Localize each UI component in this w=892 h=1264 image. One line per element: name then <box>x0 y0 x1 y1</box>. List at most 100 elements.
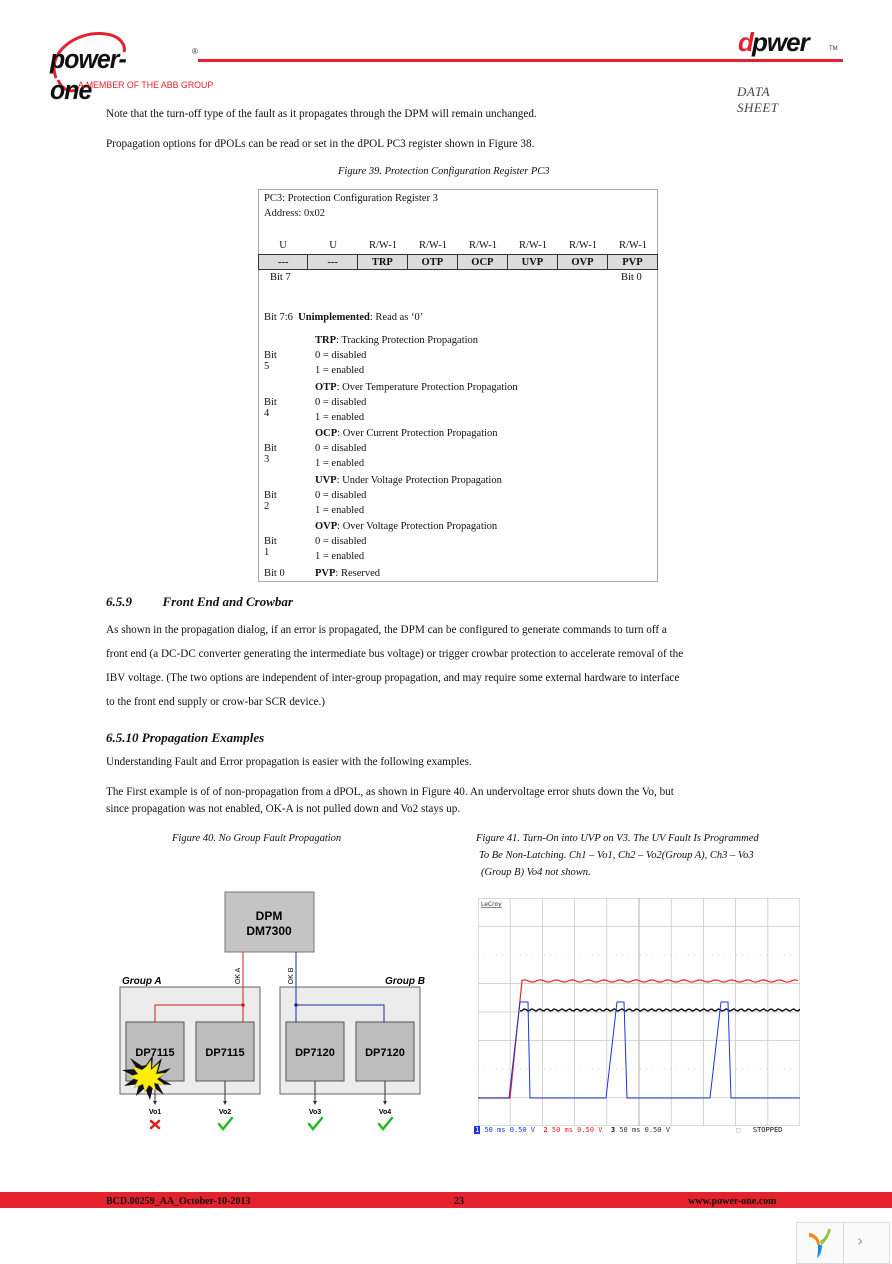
bit-low-label: Bit 0 <box>621 272 642 283</box>
field-bit5: TRP <box>356 254 408 270</box>
access-bit2: R/W-1 <box>519 240 547 251</box>
pol-label: DP7115 <box>205 1047 244 1059</box>
group-a-label: Group A <box>122 976 162 987</box>
unimpl-row: Bit 7:6 Unimplemented: Read as ‘0’ <box>264 312 423 323</box>
bit-def-desc: : Tracking Protection Propagation <box>336 335 479 346</box>
scope-legend: 1 50 ms 0.50 V 2 50 ms 0.50 V 3 50 ms 0.… <box>474 1126 670 1134</box>
bit-def-name: OVP <box>315 521 338 532</box>
section-659-heading: 6.5.9 Front End and Crowbar <box>106 594 293 610</box>
bit-def-desc: : Over Voltage Protection Propagation <box>337 521 498 532</box>
arrow-down-icon <box>223 1101 227 1105</box>
viewer-widget: › <box>796 1222 890 1264</box>
checkmark-icon <box>377 1116 394 1131</box>
figure39-caption: Figure 39. Protection Configuration Regi… <box>338 166 550 177</box>
arrow-down-icon <box>383 1101 387 1105</box>
access-bit5: R/W-1 <box>369 240 397 251</box>
figure41-caption-2: To Be Non-Latching. Ch1 – Vo1, Ch2 – Vo2… <box>479 850 754 861</box>
bit-def-bit: Bit 1 <box>264 536 277 558</box>
pol-label: DP7120 <box>295 1047 335 1059</box>
access-bit4: R/W-1 <box>419 240 447 251</box>
pol-output-label: Vo3 <box>309 1109 321 1116</box>
s659-line-4: to the front end supply or crow-bar SCR … <box>106 696 326 708</box>
field-bit4: OTP <box>406 254 458 270</box>
bit-def-bit: Bit 3 <box>264 443 277 465</box>
intro-paragraph-1: Note that the turn-off type of the fault… <box>106 108 537 120</box>
header-rule <box>198 59 843 62</box>
checkmark-icon <box>307 1116 324 1131</box>
s659-line-1: As shown in the propagation dialog, if a… <box>106 624 667 636</box>
scope-brand: LeCroy <box>481 901 502 908</box>
group-b-label: Group B <box>385 976 425 987</box>
logo-tagline: A MEMBER OF THE ABB GROUP <box>78 80 214 90</box>
app-logo-icon <box>809 1229 831 1258</box>
dpm-label-1: DPM <box>256 909 283 923</box>
footer-url[interactable]: www.power-one.com <box>688 1196 777 1207</box>
pol-output-label: Vo1 <box>149 1109 161 1116</box>
figure41-caption-1: Figure 41. Turn-On into UVP on V3. The U… <box>476 833 759 844</box>
field-bit2: UVP <box>506 254 558 270</box>
bit-def-value0: 0 = disabled <box>315 489 367 501</box>
group-b-junction <box>294 1003 298 1007</box>
access-bit1: R/W-1 <box>569 240 597 251</box>
bit-def-desc: : Over Temperature Protection Propagatio… <box>336 381 518 393</box>
next-page-button[interactable]: › <box>857 1231 863 1250</box>
s659-line-2: front end (a DC-DC converter generating … <box>106 648 684 660</box>
trademark-mark: TM <box>829 46 838 52</box>
pol-label: DP7115 <box>135 1047 174 1059</box>
field-bit0: PVP <box>606 254 659 270</box>
bit-def-value0: 0 = disabled <box>315 536 367 547</box>
bit-def-bit: Bit 2 <box>264 489 277 512</box>
arrow-down-icon <box>153 1101 157 1105</box>
section-659-title: Front End and Crowbar <box>162 594 293 609</box>
power-one-logo: power-one <box>50 44 127 105</box>
intro-paragraph-2: Propagation options for dPOLs can be rea… <box>106 138 535 150</box>
access-bit7: U <box>279 240 287 251</box>
ch1-label: 50 ms 0.50 V <box>484 1126 536 1134</box>
bit-def-title: UVP: Under Voltage Protection Propagatio… <box>315 475 502 486</box>
bit-def-title: TRP: Tracking Protection Propagation <box>315 335 478 346</box>
bit-def-name: OCP <box>315 428 338 439</box>
ch2-num: 2 <box>543 1126 548 1134</box>
pol-output-label: Vo4 <box>379 1109 391 1116</box>
bit-def-name: TRP <box>315 335 336 346</box>
section-659-number: 6.5.9 <box>106 594 132 609</box>
bit-def-value0: 0 = disabled <box>315 396 367 408</box>
bit-def-name: OTP <box>315 381 337 393</box>
unimpl-name: Unimplemented <box>298 312 370 323</box>
figure40-caption: Figure 40. No Group Fault Propagation <box>172 833 342 844</box>
s6510-line-2: since propagation was not enabled, OK-A … <box>106 803 461 815</box>
pol-module: DP7115 Vo2 <box>195 1021 255 1131</box>
figure40-diagram: DPM DM7300 OK A OK B Group A Group B DP7… <box>119 891 425 1131</box>
ok-a-label: OK A <box>235 967 242 984</box>
bit-high-label: Bit 7 <box>270 272 291 283</box>
checkmark-icon <box>217 1116 234 1131</box>
bit0-row: Bit 0 PVP: Reserved <box>264 568 380 579</box>
x-mark-icon <box>149 1119 161 1130</box>
section-6510-number: 6.5.10 <box>106 730 139 745</box>
figure41-caption-3: (Group B) Vo4 not shown. <box>481 867 591 878</box>
ok-b-label: OK B <box>288 967 295 984</box>
access-bit3: R/W-1 <box>469 240 497 251</box>
ch3-label: 50 ms 0.50 V <box>619 1126 670 1134</box>
dpower-logo: pwer <box>752 27 810 57</box>
bit-def-value1: 1 = enabled <box>315 411 365 423</box>
pol-module: DP7120 Vo4 <box>355 1021 415 1131</box>
doc-type-label: DATA SHEET <box>737 84 779 115</box>
bit0-desc: : Reserved <box>335 568 381 579</box>
bit-def-bit: Bit 5 <box>264 350 277 372</box>
bit-def-bit: Bit 4 <box>264 396 277 419</box>
s6510-paragraph-1: Understanding Fault and Error propagatio… <box>106 756 472 768</box>
unimpl-desc: : Read as ‘0’ <box>369 312 424 323</box>
ch3-num: 3 <box>610 1126 616 1134</box>
oscilloscope-capture: LeCroy <box>478 898 800 1126</box>
dpm-label-2: DM7300 <box>246 924 292 938</box>
field-bit3: OCP <box>456 254 508 270</box>
bit-def-name: UVP <box>315 474 337 486</box>
bit0-name: PVP <box>315 568 336 579</box>
bit-def-value1: 1 = enabled <box>315 458 365 469</box>
field-bit1: OVP <box>556 254 608 270</box>
bit-def-title: OTP: Over Temperature Protection Propaga… <box>315 382 518 393</box>
s6510-line-1: The First example is of of non-propagati… <box>106 786 674 798</box>
access-bit0: R/W-1 <box>619 240 647 251</box>
group-a-junction <box>241 1003 245 1007</box>
